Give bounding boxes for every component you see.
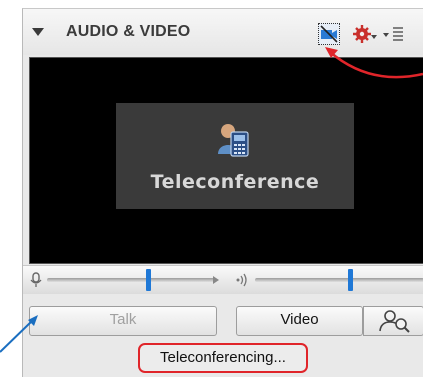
video-camera-icon	[320, 25, 338, 43]
speaker-icon	[236, 273, 247, 287]
video-area: Teleconference	[29, 57, 423, 264]
speaker-volume-thumb[interactable]	[347, 269, 353, 291]
microphone-icon	[30, 272, 42, 287]
status-message: Teleconferencing...	[138, 343, 308, 373]
panel-header: AUDIO & VIDEO	[23, 9, 423, 55]
list-menu-icon	[383, 27, 403, 41]
gear-icon	[353, 25, 377, 43]
slider-end-arrow-icon	[213, 276, 219, 284]
video-camera-button[interactable]	[318, 23, 340, 45]
speaker-volume-track[interactable]	[255, 278, 423, 282]
audio-video-panel: AUDIO & VIDEO Teleconference Talk Video …	[22, 8, 423, 377]
talk-button[interactable]: Talk	[29, 306, 217, 336]
volume-controls	[23, 265, 423, 294]
teleconference-icon	[218, 124, 249, 157]
collapse-arrow-icon[interactable]	[32, 28, 44, 36]
video-button[interactable]: Video	[236, 306, 363, 336]
teleconference-tile: Teleconference	[116, 103, 354, 209]
people-search-icon	[378, 310, 410, 333]
panel-title: AUDIO & VIDEO	[66, 23, 191, 40]
teleconference-label: Teleconference	[150, 171, 320, 193]
menu-button[interactable]	[383, 23, 423, 45]
settings-button[interactable]	[351, 23, 377, 45]
mic-volume-track[interactable]	[47, 278, 217, 282]
people-search-button[interactable]	[363, 306, 423, 336]
mic-volume-thumb[interactable]	[145, 269, 151, 291]
